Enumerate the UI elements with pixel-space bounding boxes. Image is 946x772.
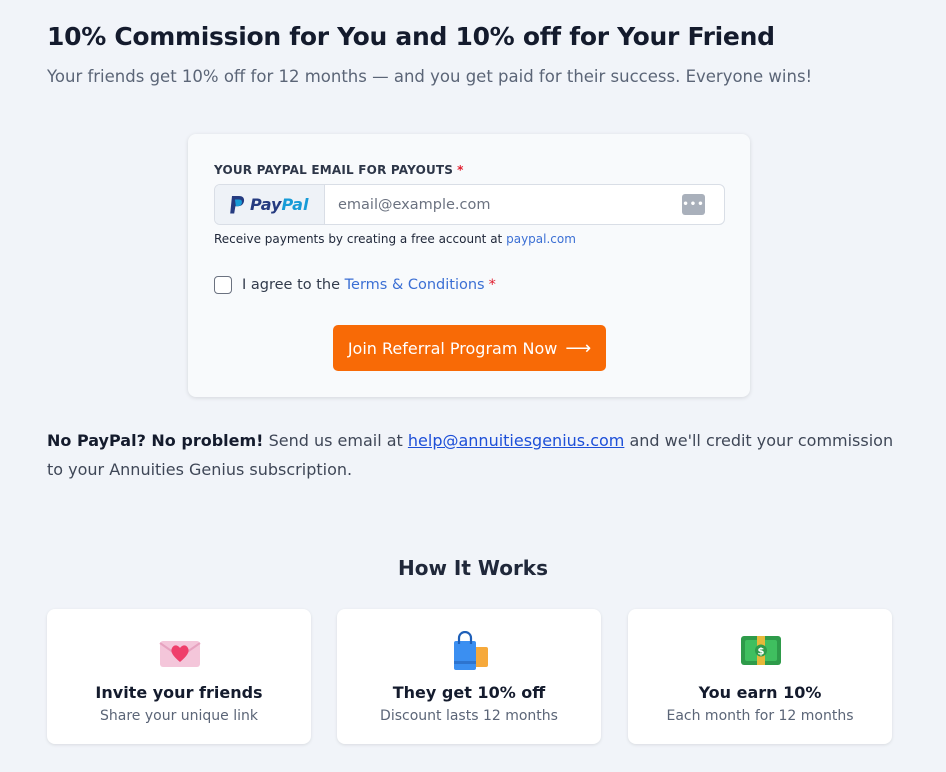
how-it-works-title: How It Works: [397, 556, 549, 580]
love-letter-icon: [159, 641, 201, 667]
paypal-icon: [230, 195, 245, 213]
step-title: Invite your friends: [95, 683, 263, 702]
support-email-link[interactable]: help@annuitiesgenius.com: [408, 431, 624, 450]
shopping-bags-icon: [454, 631, 488, 670]
step-description: Each month for 12 months: [666, 708, 854, 724]
terms-agreement: I agree to the Terms & Conditions *: [214, 276, 496, 294]
required-asterisk: *: [457, 163, 464, 177]
step-description: Share your unique link: [100, 708, 258, 724]
no-paypal-note: No PayPal? No problem! Send us email at …: [47, 431, 894, 479]
step-title: You earn 10%: [698, 683, 822, 702]
step-description: Discount lasts 12 months: [380, 708, 558, 724]
step-card-earn: $ You earn 10% Each month for 12 months: [628, 609, 892, 744]
terms-link[interactable]: Terms & Conditions: [345, 277, 485, 293]
terms-checkbox[interactable]: [214, 276, 232, 294]
paypal-link[interactable]: paypal.com: [506, 232, 576, 246]
join-referral-button[interactable]: Join Referral Program Now ⟶: [333, 325, 606, 371]
page-title: 10% Commission for You and 10% off for Y…: [47, 22, 775, 51]
step-card-discount: They get 10% off Discount lasts 12 month…: [337, 609, 601, 744]
paypal-logo: PayPal: [215, 185, 325, 224]
password-manager-icon[interactable]: •••: [682, 194, 705, 215]
svg-text:$: $: [758, 647, 765, 658]
paypal-email-input-group: PayPal •••: [214, 184, 725, 225]
page-subtitle: Your friends get 10% off for 12 months —…: [47, 67, 813, 86]
paypal-email-input[interactable]: [325, 185, 724, 224]
step-title: They get 10% off: [392, 683, 546, 702]
step-card-invite: Invite your friends Share your unique li…: [47, 609, 311, 744]
arrow-right-icon: ⟶: [565, 337, 592, 359]
money-icon: $: [741, 636, 781, 665]
paypal-help-text: Receive payments by creating a free acco…: [214, 232, 576, 246]
required-asterisk: *: [488, 277, 496, 293]
referral-form-card: YOUR PAYPAL EMAIL FOR PAYOUTS* PayPal ••…: [188, 134, 750, 397]
paypal-email-label: YOUR PAYPAL EMAIL FOR PAYOUTS *: [214, 163, 464, 177]
